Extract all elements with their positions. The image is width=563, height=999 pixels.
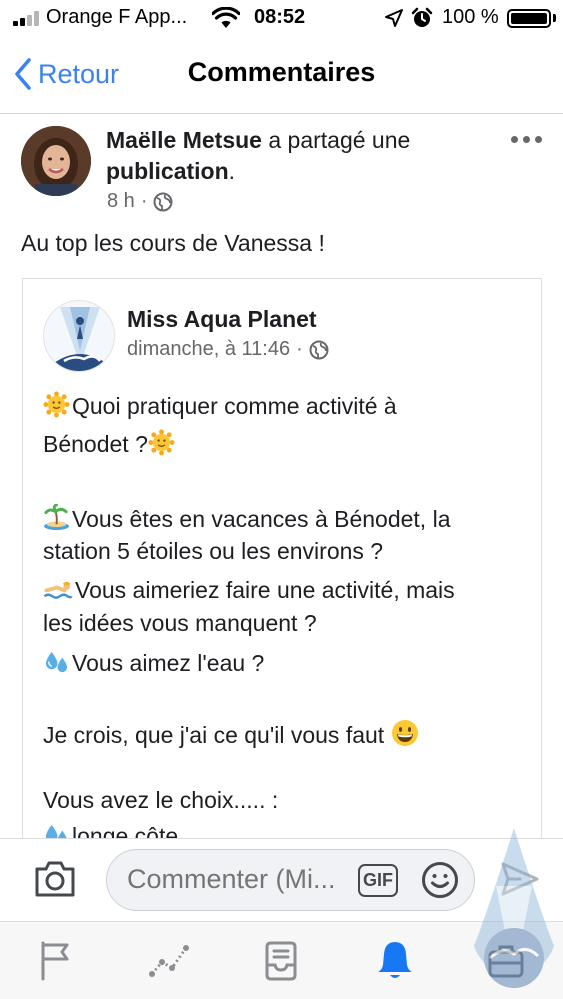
period: . <box>228 158 236 184</box>
status-bar: Orange F App... 08:52 100 % <box>0 0 563 38</box>
shared-post-meta: dimanche, à 11:46 · <box>127 338 329 361</box>
text-line-content: Vous aimez l'eau ? <box>72 650 265 676</box>
text-line: Bénodet ? <box>43 429 177 458</box>
desert-island-emoji-icon <box>43 504 70 531</box>
text-line: Vous avez le choix..... : <box>43 787 278 814</box>
logo-watermark <box>474 828 554 988</box>
text-line: station 5 étoiles ou les environs ? <box>43 538 383 565</box>
battery-icon <box>507 9 551 28</box>
text-line: Vous êtes en vacances à Bénodet, la <box>43 504 451 533</box>
comment-field[interactable]: GIF <box>106 849 475 911</box>
smiley-icon[interactable] <box>421 861 459 899</box>
post-header: Maëlle Metsue a partagé une publication. <box>106 125 506 187</box>
carrier-name: Orange F App... <box>46 6 188 28</box>
text-line-content: Vous êtes en vacances à Bénodet, la <box>72 506 451 532</box>
camera-icon[interactable] <box>33 859 77 899</box>
text-line: Vous aimeriez faire une activité, mais <box>43 575 455 604</box>
post-text: Au top les cours de Vanessa ! <box>21 230 325 256</box>
globe-icon <box>309 340 329 359</box>
post-time[interactable]: 8 h <box>107 190 135 213</box>
page-logo[interactable] <box>43 300 115 372</box>
page-logo-image <box>54 307 106 371</box>
swimmer-emoji-icon <box>43 582 73 599</box>
clock: 08:52 <box>254 6 306 28</box>
navigation-bar: Retour Commentaires <box>0 38 563 114</box>
text-line: Vous aimez l'eau ? <box>43 648 264 677</box>
text-line-content: Vous aimeriez faire une activité, mais <box>75 577 455 603</box>
share-action-text: a partagé une <box>261 127 411 153</box>
dot <box>523 136 530 143</box>
sun-emoji-icon <box>43 391 70 418</box>
sweat-droplets-emoji-icon <box>45 651 68 673</box>
text-line: Quoi pratiquer comme activité à <box>43 391 397 420</box>
text-line-content: les idées vous manquent ? <box>43 610 317 636</box>
more-options-button[interactable] <box>511 136 542 143</box>
sun-emoji-icon <box>148 429 175 456</box>
globe-icon <box>153 192 173 211</box>
wifi-icon <box>212 7 240 28</box>
text-line-content: Vous avez le choix..... : <box>43 787 279 813</box>
shared-post-time[interactable]: dimanche, à 11:46 <box>127 338 290 361</box>
text-line-content: Je crois, que j'ai ce qu'il vous faut <box>43 722 385 748</box>
shared-post-card[interactable]: Miss Aqua Planet dimanche, à 11:46 · Quo… <box>22 278 542 848</box>
page-name[interactable]: Miss Aqua Planet <box>127 306 317 333</box>
dot <box>511 136 518 143</box>
text-line: les idées vous manquent ? <box>43 610 317 637</box>
avatar-image <box>21 126 91 196</box>
meta-separator: · <box>296 338 303 360</box>
gif-button[interactable]: GIF <box>358 864 398 897</box>
signal-strength-icon <box>13 10 41 26</box>
tab-inbox[interactable] <box>259 938 303 982</box>
inbox-icon <box>265 941 297 981</box>
notifications-bell-icon <box>378 942 412 978</box>
meta-separator: · <box>140 190 148 212</box>
tab-notifications[interactable] <box>373 938 417 982</box>
tab-pages[interactable] <box>33 938 77 982</box>
post-meta: 8 h · <box>107 190 173 213</box>
insights-icon <box>149 945 189 977</box>
tab-insights[interactable] <box>147 938 191 982</box>
alarm-clock-icon <box>411 7 433 27</box>
text-line-content: Quoi pratiquer comme activité à <box>72 393 397 419</box>
location-arrow-icon <box>385 9 403 27</box>
grinning-face-emoji-icon <box>391 720 418 746</box>
battery-tip <box>553 14 556 22</box>
publication-link[interactable]: publication <box>106 158 229 184</box>
battery-percentage: 100 % <box>442 6 499 28</box>
text-line-content: station 5 étoiles ou les environs ? <box>43 538 384 564</box>
comment-input[interactable] <box>127 864 357 895</box>
dot <box>535 136 542 143</box>
author-avatar[interactable] <box>21 126 91 196</box>
page-title: Commentaires <box>187 57 376 87</box>
text-line: Je crois, que j'ai ce qu'il vous faut <box>43 719 421 749</box>
flag-icon <box>41 941 69 981</box>
text-line-content: Bénodet ? <box>43 431 148 457</box>
author-name[interactable]: Maëlle Metsue <box>106 127 262 153</box>
